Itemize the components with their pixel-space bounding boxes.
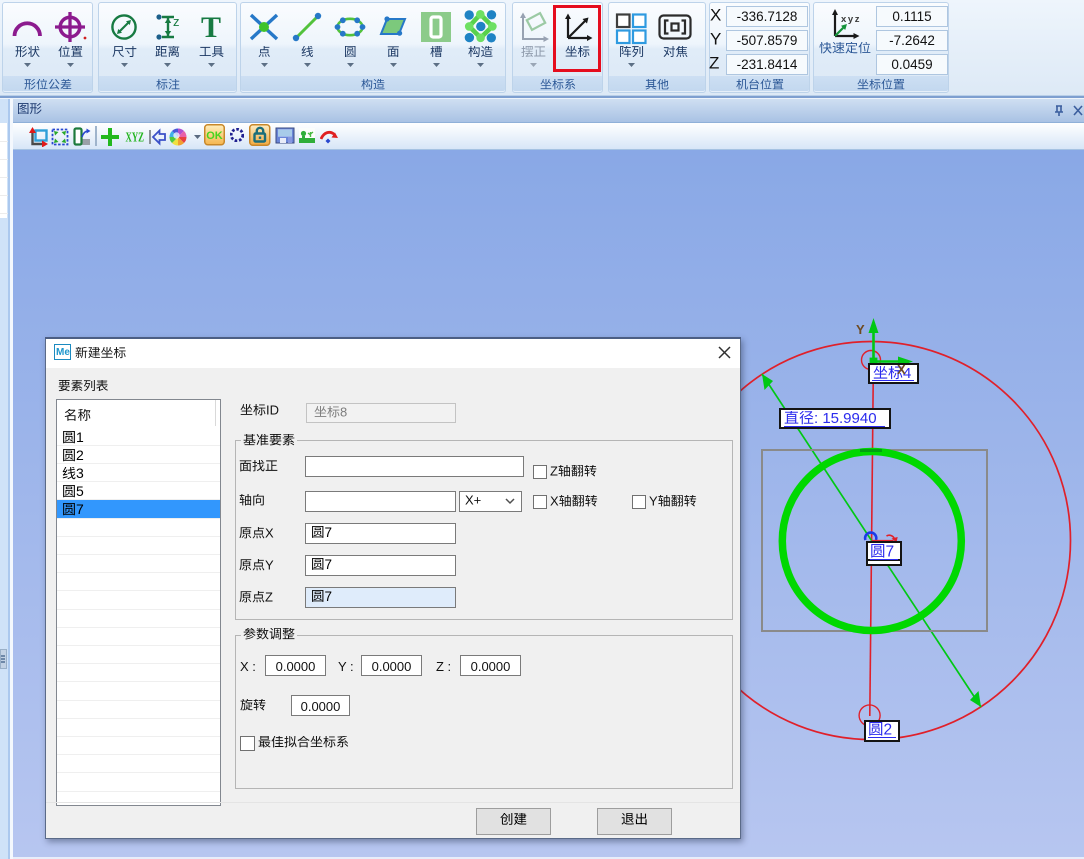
svg-text:8: 8 [340, 406, 347, 419]
svg-text:2: 2 [76, 449, 84, 463]
svg-text:1: 1 [76, 431, 84, 445]
svg-text:ID: ID [266, 404, 279, 417]
svg-text:Y: Y [856, 322, 865, 337]
svg-text:Y: Y [649, 495, 658, 508]
svg-text:Z: Z [265, 591, 273, 604]
svg-text:7: 7 [76, 503, 84, 517]
svg-text:7: 7 [886, 544, 895, 560]
svg-text:Z: Z [550, 465, 558, 478]
svg-text:3: 3 [76, 467, 84, 481]
svg-text:: 15.9940: : 15.9940 [814, 411, 877, 427]
svg-text:7: 7 [325, 558, 333, 572]
svg-text:7: 7 [325, 590, 333, 604]
svg-text:7: 7 [325, 526, 333, 540]
svg-text:Y: Y [265, 559, 274, 572]
svg-text:X: X [265, 527, 274, 540]
svg-text:X: X [897, 362, 906, 377]
svg-text:2: 2 [884, 722, 893, 738]
svg-text:X: X [550, 495, 559, 508]
svg-text:5: 5 [76, 485, 84, 499]
svg-text:X+: X+ [465, 494, 481, 507]
